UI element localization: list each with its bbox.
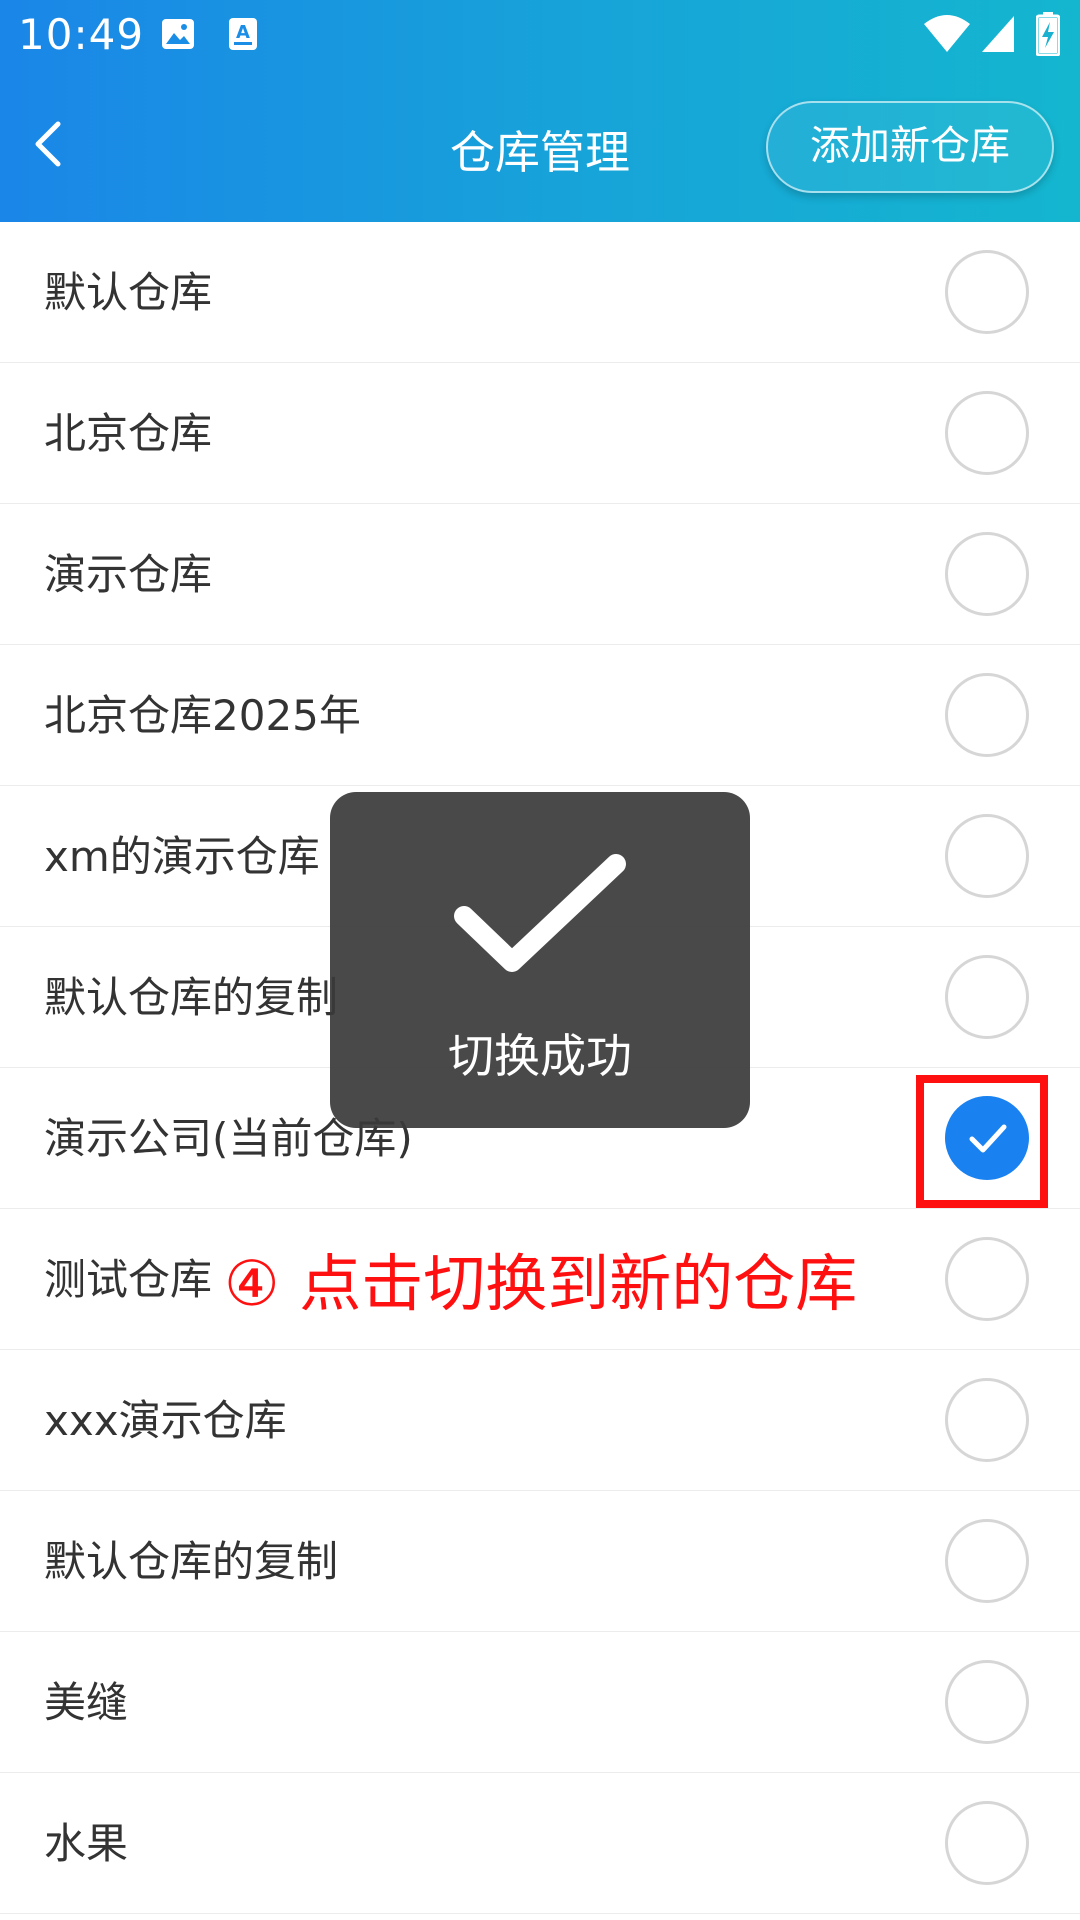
success-toast: 切换成功	[330, 792, 750, 1128]
radio-unselected[interactable]	[945, 673, 1029, 757]
warehouse-name: 北京仓库2025年	[44, 691, 361, 740]
status-bar: 10:49 A	[0, 0, 1080, 74]
warehouse-row[interactable]: xxx演示仓库	[0, 1350, 1080, 1491]
warehouse-row[interactable]: 默认仓库	[0, 222, 1080, 363]
radio-unselected[interactable]	[945, 532, 1029, 616]
warehouse-name: 演示仓库	[44, 550, 213, 599]
warehouse-row[interactable]: 美缝	[0, 1632, 1080, 1773]
radio-unselected[interactable]	[945, 250, 1029, 334]
app-header: 10:49 A 仓库管理 添加新仓库	[0, 0, 1080, 222]
keyboard-a-icon: A	[228, 16, 258, 56]
nav-bar: 仓库管理 添加新仓库	[0, 100, 1080, 200]
radio-unselected[interactable]	[945, 391, 1029, 475]
warehouse-name: 测试仓库	[44, 1255, 213, 1304]
warehouse-name: xxx演示仓库	[44, 1396, 287, 1445]
warehouse-name: 水果	[44, 1819, 129, 1868]
add-warehouse-button[interactable]: 添加新仓库	[766, 101, 1054, 193]
warehouse-name: 默认仓库的复制	[44, 1537, 339, 1586]
radio-unselected[interactable]	[945, 1660, 1029, 1744]
image-icon	[160, 16, 196, 56]
warehouse-row[interactable]: 水果	[0, 1773, 1080, 1914]
radio-unselected[interactable]	[945, 1378, 1029, 1462]
warehouse-row[interactable]: 北京仓库	[0, 363, 1080, 504]
warehouse-row[interactable]: 默认仓库的复制	[0, 1491, 1080, 1632]
toast-text: 切换成功	[448, 1029, 632, 1083]
warehouse-row[interactable]: 演示仓库	[0, 504, 1080, 645]
battery-charging-icon	[1035, 12, 1061, 60]
radio-unselected[interactable]	[945, 955, 1029, 1039]
signal-icon	[980, 14, 1016, 58]
wifi-icon	[922, 12, 972, 58]
checkmark-icon	[454, 852, 626, 984]
warehouse-name: 默认仓库的复制	[44, 973, 339, 1022]
radio-unselected[interactable]	[945, 1237, 1029, 1321]
warehouse-name: 默认仓库	[44, 268, 213, 317]
status-time: 10:49	[18, 10, 145, 59]
radio-unselected[interactable]	[945, 1519, 1029, 1603]
highlight-box	[916, 1075, 1048, 1208]
annotation-text: ④ 点击切换到新的仓库	[224, 1247, 858, 1320]
radio-unselected[interactable]	[945, 1801, 1029, 1885]
warehouse-name: xm的演示仓库	[44, 832, 320, 881]
svg-text:A: A	[236, 22, 250, 43]
warehouse-row[interactable]: 北京仓库2025年	[0, 645, 1080, 786]
radio-unselected[interactable]	[945, 814, 1029, 898]
warehouse-name: 北京仓库	[44, 409, 213, 458]
warehouse-name: 美缝	[44, 1678, 129, 1727]
